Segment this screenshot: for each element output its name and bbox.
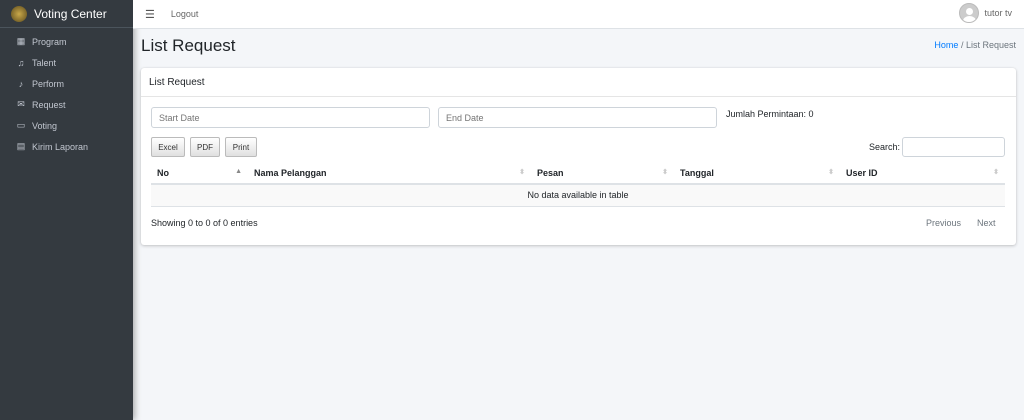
breadcrumb: Home / List Request — [934, 40, 1016, 50]
request-count: Jumlah Permintaan: 0 — [726, 109, 814, 119]
brand-logo — [11, 6, 27, 22]
sidebar-item-talent[interactable]: ♫ Talent — [0, 52, 133, 73]
sort-icon: ⬍ — [993, 168, 999, 176]
sidebar-item-request[interactable]: ✉ Request — [0, 94, 133, 115]
column-label: Pesan — [537, 168, 564, 178]
end-date-input[interactable] — [438, 107, 717, 128]
avatar — [959, 3, 979, 23]
sidebar-item-label: Program — [32, 37, 67, 47]
sidebar-item-program[interactable]: ▦ Program — [0, 31, 133, 52]
sidebar-item-voting[interactable]: ▭ Voting — [0, 115, 133, 136]
envelope-icon: ✉ — [16, 99, 26, 110]
column-label: No — [157, 168, 169, 178]
sidebar-item-perform[interactable]: ♪ Perform — [0, 73, 133, 94]
search-label: Search: — [869, 142, 900, 152]
user-name: tutor tv — [984, 8, 1012, 18]
pdf-button[interactable]: PDF — [190, 137, 220, 157]
sidebar-item-label: Kirim Laporan — [32, 142, 88, 152]
sort-icon: ⬍ — [662, 168, 668, 176]
excel-button[interactable]: Excel — [151, 137, 185, 157]
card-title: List Request — [141, 68, 1016, 97]
list-request-card: List Request Jumlah Permintaan: 0 Excel … — [141, 68, 1016, 245]
column-label: Nama Pelanggan — [254, 168, 327, 178]
column-header-no[interactable]: No ▲ — [151, 163, 248, 184]
column-label: Tanggal — [680, 168, 714, 178]
brand-text: Voting Center — [34, 7, 107, 21]
file-icon: ▤ — [16, 141, 26, 152]
search-input[interactable] — [902, 137, 1005, 157]
brand-link[interactable]: Voting Center — [0, 0, 133, 28]
breadcrumb-separator: / — [961, 40, 964, 50]
music-icon: ♫ — [16, 58, 26, 68]
start-date-input[interactable] — [151, 107, 430, 128]
guitar-icon: ♪ — [16, 79, 26, 89]
sidebar-item-kirim-laporan[interactable]: ▤ Kirim Laporan — [0, 136, 133, 157]
sidebar: Voting Center ▦Program ♫Talent ♪Perform … — [0, 0, 133, 420]
page-title: List Request — [141, 36, 236, 56]
sidebar-item-label: Voting — [32, 121, 57, 131]
breadcrumb-current: List Request — [966, 40, 1016, 50]
table-row: No data available in table — [151, 184, 1005, 206]
table-info: Showing 0 to 0 of 0 entries — [151, 218, 258, 228]
next-button[interactable]: Next — [977, 218, 996, 228]
logout-link[interactable]: Logout — [171, 9, 199, 19]
sort-icon: ⬍ — [519, 168, 525, 176]
previous-button[interactable]: Previous — [926, 218, 961, 228]
laptop-icon: ▭ — [16, 120, 26, 131]
print-button[interactable]: Print — [225, 137, 257, 157]
column-header-pesan[interactable]: Pesan ⬍ — [531, 163, 674, 184]
user-menu[interactable]: tutor tv — [959, 3, 1012, 23]
sidebar-item-label: Talent — [32, 58, 56, 68]
calendar-icon: ▦ — [16, 36, 26, 47]
column-label: User ID — [846, 168, 878, 178]
menu-toggle-icon[interactable]: ☰ — [145, 8, 155, 21]
topbar: ☰ Logout tutor tv — [133, 0, 1024, 29]
request-table: No ▲ Nama Pelanggan ⬍ Pesan ⬍ Tanggal ⬍ User… — [151, 163, 1005, 207]
column-header-user-id[interactable]: User ID ⬍ — [840, 163, 1005, 184]
sort-icon: ⬍ — [828, 168, 834, 176]
empty-message: No data available in table — [151, 184, 1005, 206]
column-header-tanggal[interactable]: Tanggal ⬍ — [674, 163, 840, 184]
sidebar-item-label: Request — [32, 100, 66, 110]
column-header-nama-pelanggan[interactable]: Nama Pelanggan ⬍ — [248, 163, 531, 184]
breadcrumb-home[interactable]: Home — [934, 40, 958, 50]
sidebar-item-label: Perform — [32, 79, 64, 89]
sort-asc-icon: ▲ — [235, 168, 242, 175]
